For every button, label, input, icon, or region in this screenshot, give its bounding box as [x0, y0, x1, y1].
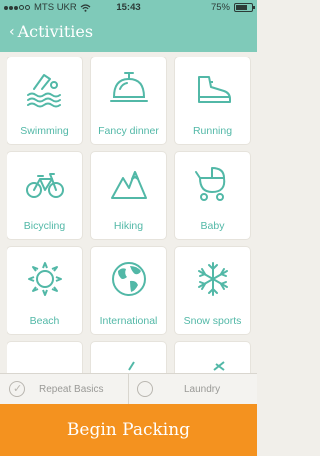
stroller-icon: [195, 167, 226, 201]
tile-beach[interactable]: Beach: [7, 247, 82, 334]
chevron-left-icon: ‹: [9, 23, 15, 40]
tile-bicycling[interactable]: Bicycling: [7, 152, 82, 239]
repeat-basics-option[interactable]: ✓ Repeat Basics: [9, 374, 103, 404]
tile-swimming[interactable]: Swimming: [7, 57, 82, 144]
battery-icon: [234, 3, 255, 12]
tile-more-3[interactable]: [175, 342, 250, 373]
navigation-bar: ‹ Activities: [0, 16, 257, 52]
back-label: Activities: [17, 22, 94, 41]
sun-icon: [28, 262, 62, 296]
repeat-basics-label: Repeat Basics: [39, 383, 104, 395]
globe-icon: [112, 262, 146, 296]
back-button[interactable]: ‹ Activities: [9, 22, 93, 41]
checkmark-icon: ✓: [13, 383, 23, 395]
snowflake-icon: [198, 262, 228, 296]
tile-hiking[interactable]: Hiking: [91, 152, 166, 239]
checkbox-checked[interactable]: ✓: [9, 381, 25, 397]
tile-more-2[interactable]: [91, 342, 166, 373]
tile-label: Bicycling: [23, 220, 66, 232]
tile-fancy-dinner[interactable]: Fancy dinner: [91, 57, 166, 144]
tile-label: Swimming: [20, 125, 69, 137]
tile-running[interactable]: Running: [175, 57, 250, 144]
swimming-icon: [27, 74, 61, 108]
tile-international[interactable]: International: [91, 247, 166, 334]
tile-snow-sports[interactable]: Snow sports: [175, 247, 250, 334]
partial-icon: [213, 361, 225, 371]
tile-more-1[interactable]: [7, 342, 82, 373]
checkbox-unchecked[interactable]: [137, 381, 153, 397]
status-bar: MTS UKR 15:43 75%: [0, 0, 257, 16]
options-bar: ✓ Repeat Basics Laundry: [0, 373, 257, 404]
battery-percent: 75%: [210, 2, 230, 13]
activities-grid: Swimming Fancy dinner Running Bicycling …: [7, 57, 251, 373]
tile-label: Running: [192, 125, 233, 137]
bicycle-icon: [26, 173, 64, 198]
tile-label: Hiking: [113, 220, 144, 232]
partial-icon: [128, 361, 135, 371]
tile-label: Fancy dinner: [98, 125, 159, 137]
tile-label: Snow sports: [183, 315, 242, 327]
cloche-icon: [110, 72, 148, 102]
tile-baby[interactable]: Baby: [175, 152, 250, 239]
divider: [128, 374, 129, 404]
laundry-option[interactable]: Laundry: [137, 374, 220, 404]
tile-label: Beach: [29, 315, 60, 327]
begin-packing-button[interactable]: Begin Packing: [0, 404, 257, 456]
shoe-icon: [198, 76, 231, 103]
laundry-label: Laundry: [184, 383, 221, 395]
tile-label: Baby: [200, 220, 225, 232]
mountain-icon: [111, 171, 147, 199]
tile-label: International: [99, 315, 158, 327]
